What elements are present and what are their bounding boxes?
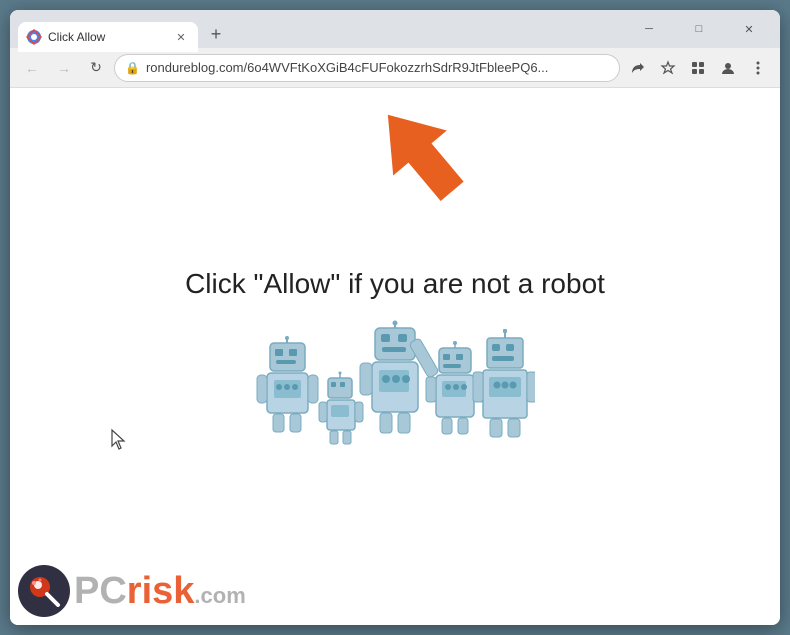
favicon-icon <box>26 29 42 45</box>
close-button[interactable]: ✕ <box>726 13 772 45</box>
com-text: .com <box>194 583 245 608</box>
pcrisk-logo <box>18 565 70 617</box>
tab-favicon <box>26 29 42 45</box>
extension-button[interactable] <box>684 54 712 82</box>
tab-close-button[interactable]: ✕ <box>172 28 190 46</box>
title-bar: Click Allow ✕ + ─ □ ✕ <box>10 10 780 48</box>
pcrisk-watermark: PCrisk.com <box>10 557 254 625</box>
active-tab[interactable]: Click Allow ✕ <box>18 22 198 52</box>
orange-arrow-icon <box>375 98 465 208</box>
robots-svg <box>255 318 535 488</box>
new-tab-button[interactable]: + <box>202 20 230 48</box>
window-controls: ─ □ ✕ <box>626 13 772 45</box>
pc-text: PC <box>74 570 127 612</box>
share-icon <box>630 60 646 76</box>
lock-icon: 🔒 <box>125 61 140 75</box>
address-bar[interactable]: 🔒 rondureblog.com/6o4WVFtKoXGiB4cFUFokoz… <box>114 54 620 82</box>
star-icon <box>660 60 676 76</box>
profile-button[interactable] <box>714 54 742 82</box>
nav-actions <box>624 54 772 82</box>
menu-icon <box>750 60 766 76</box>
bookmark-button[interactable] <box>654 54 682 82</box>
mouse-cursor <box>110 428 130 455</box>
pcrisk-logo-icon <box>24 571 64 611</box>
tabs-area: Click Allow ✕ + <box>18 10 626 48</box>
risk-text: risk <box>127 570 195 612</box>
minimize-button[interactable]: ─ <box>626 13 672 45</box>
tab-title: Click Allow <box>48 30 166 44</box>
cursor-icon <box>110 428 130 450</box>
main-message: Click "Allow" if you are not a robot <box>185 268 605 300</box>
maximize-button[interactable]: □ <box>676 13 722 45</box>
menu-button[interactable] <box>744 54 772 82</box>
reload-button[interactable]: ↻ <box>82 54 110 82</box>
pcrisk-brand-text: PCrisk.com <box>74 570 246 613</box>
page-content: Click "Allow" if you are not a robot <box>10 88 780 625</box>
arrow-container <box>375 98 465 213</box>
url-text: rondureblog.com/6o4WVFtKoXGiB4cFUFokozzr… <box>146 60 609 75</box>
browser-window: Click Allow ✕ + ─ □ ✕ ← → ↻ 🔒 rondureblo… <box>10 10 780 625</box>
forward-button[interactable]: → <box>50 54 78 82</box>
share-button[interactable] <box>624 54 652 82</box>
nav-bar: ← → ↻ 🔒 rondureblog.com/6o4WVFtKoXGiB4cF… <box>10 48 780 88</box>
robots-illustration <box>255 318 535 488</box>
profile-icon <box>720 60 736 76</box>
extensions-icon <box>690 60 706 76</box>
back-button[interactable]: ← <box>18 54 46 82</box>
pcrisk-text: PCrisk.com <box>74 570 246 612</box>
